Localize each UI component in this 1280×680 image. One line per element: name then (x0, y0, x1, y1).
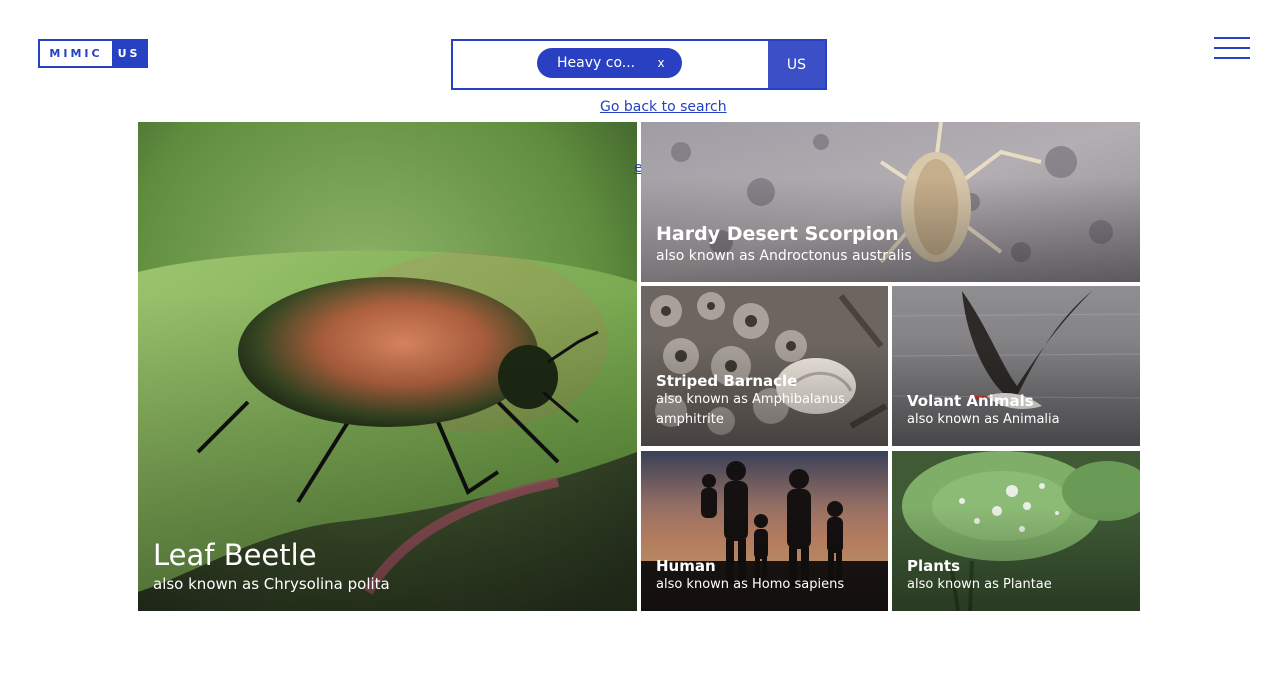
card-caption: Volant Animals also known as Animalia (907, 392, 1128, 430)
card-subtitle: also known as Amphibalanus amphitrite (656, 392, 845, 427)
species-card-volant-animals[interactable]: Volant Animals also known as Animalia (892, 286, 1140, 446)
search-filter-chip[interactable]: Heavy co... x (537, 48, 682, 78)
card-title: Striped Barnacle (656, 372, 798, 390)
card-caption: Plants also known as Plantae (907, 557, 1128, 595)
logo[interactable]: MIMIC US (38, 39, 148, 68)
card-title: Hardy Desert Scorpion (656, 223, 899, 245)
card-title: Leaf Beetle (153, 538, 317, 572)
search-submit-button[interactable]: US (768, 41, 825, 88)
menu-line (1214, 37, 1250, 39)
species-card-striped-barnacle[interactable]: Striped Barnacle also known as Amphibala… (641, 286, 888, 446)
species-card-leaf-beetle[interactable]: Leaf Beetle also known as Chrysolina pol… (138, 122, 637, 611)
menu-line (1214, 57, 1250, 59)
card-subtitle: also known as Animalia (907, 412, 1060, 427)
page: MIMIC US Heavy co... x US Go back to sea… (0, 0, 1280, 680)
card-title: Plants (907, 557, 961, 575)
card-caption: Leaf Beetle also known as Chrysolina pol… (153, 537, 625, 595)
card-caption: Hardy Desert Scorpion also known as Andr… (656, 222, 1128, 266)
species-card-hardy-desert-scorpion[interactable]: Hardy Desert Scorpion also known as Andr… (641, 122, 1140, 282)
search-input[interactable]: Heavy co... x (453, 41, 768, 88)
card-title: Volant Animals (907, 392, 1034, 410)
chip-label: Heavy co... (557, 55, 636, 71)
species-card-human[interactable]: Human also known as Homo sapiens (641, 451, 888, 611)
logo-text-mimic: MIMIC (49, 47, 103, 60)
card-subtitle: also known as Androctonus australis (656, 248, 912, 264)
card-title: Human (656, 557, 716, 575)
card-caption: Striped Barnacle also known as Amphibala… (656, 372, 876, 430)
menu-line (1214, 47, 1250, 49)
card-caption: Human also known as Homo sapiens (656, 557, 876, 595)
close-icon[interactable]: x (654, 56, 668, 70)
hamburger-menu-icon[interactable] (1214, 37, 1250, 59)
search-bar: Heavy co... x US (451, 39, 827, 90)
card-subtitle: also known as Homo sapiens (656, 577, 845, 592)
card-subtitle: also known as Chrysolina polita (153, 575, 390, 593)
card-subtitle: also known as Plantae (907, 577, 1052, 592)
back-to-search-link[interactable]: Go back to search (600, 99, 727, 115)
logo-text-us: US (112, 41, 146, 66)
species-card-plants[interactable]: Plants also known as Plantae (892, 451, 1140, 611)
